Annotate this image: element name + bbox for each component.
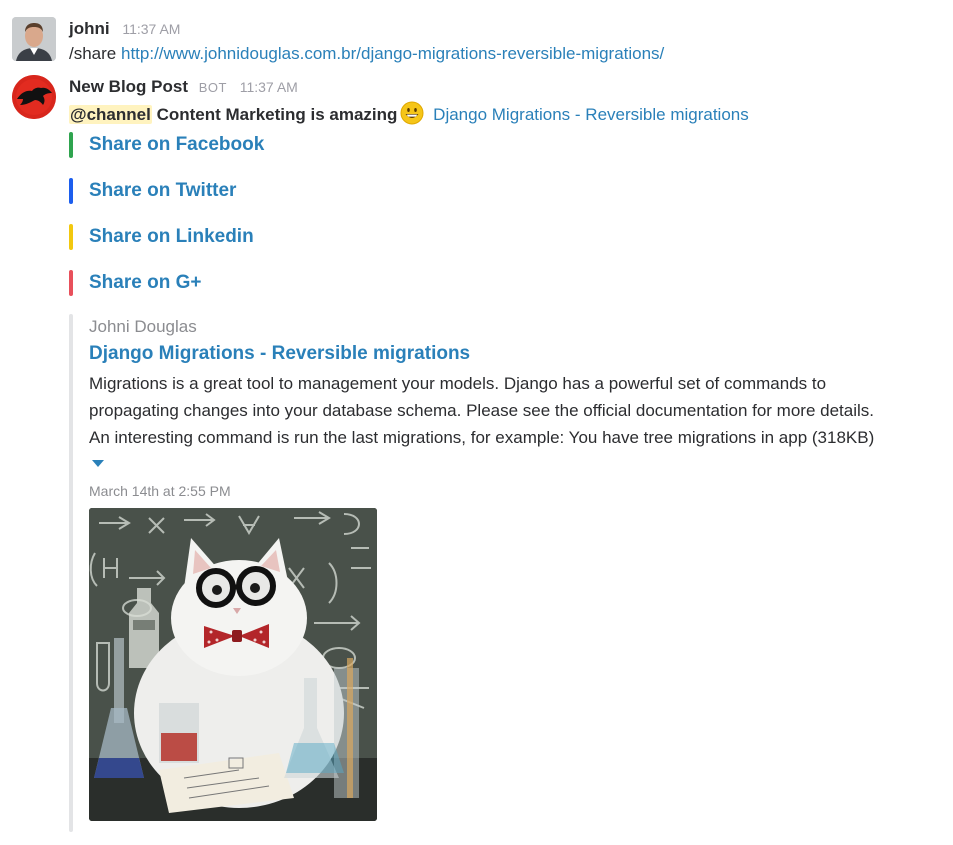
thundercats-logo-icon bbox=[12, 75, 56, 119]
attachment-date: March 14th at 2:55 PM bbox=[89, 483, 231, 499]
attachment-title-link[interactable]: Django Migrations - Reversible migration… bbox=[89, 343, 470, 365]
avatar-bot[interactable] bbox=[12, 75, 56, 119]
attachment-bar bbox=[69, 314, 73, 832]
avatar-johni[interactable] bbox=[12, 17, 56, 61]
shared-url-link[interactable]: http://www.johnidouglas.com.br/django-mi… bbox=[121, 44, 664, 63]
sender-name[interactable]: New Blog Post bbox=[69, 77, 188, 96]
share-color-bar bbox=[69, 178, 73, 204]
cat-scientist-image[interactable] bbox=[89, 508, 377, 821]
attachment-text: Migrations is a great tool to management… bbox=[89, 370, 939, 451]
grinning-face-emoji-icon bbox=[400, 101, 424, 125]
share-facebook-link[interactable]: Share on Facebook bbox=[89, 132, 264, 158]
attachment-author[interactable]: Johni Douglas bbox=[89, 317, 197, 337]
channel-mention[interactable]: @channel bbox=[69, 105, 152, 124]
person-avatar-icon bbox=[12, 17, 56, 61]
attachment-text-line: Migrations is a great tool to management… bbox=[89, 374, 827, 393]
sender-name[interactable]: johni bbox=[69, 19, 110, 38]
share-color-bar bbox=[69, 270, 73, 296]
share-twitter-link[interactable]: Share on Twitter bbox=[89, 178, 236, 204]
share-command: /share bbox=[69, 44, 117, 63]
message-text: Content Marketing is amazing bbox=[156, 105, 398, 124]
share-linkedin-link[interactable]: Share on Linkedin bbox=[89, 224, 254, 250]
timestamp[interactable]: 11:37 AM bbox=[240, 79, 298, 95]
blog-post-link[interactable]: Django Migrations - Reversible migration… bbox=[433, 105, 749, 124]
timestamp[interactable]: 11:37 AM bbox=[122, 21, 180, 37]
bot-badge: BOT bbox=[198, 80, 227, 95]
caret-down-icon[interactable] bbox=[92, 460, 104, 467]
attachment-text-line: An interesting command is run the last m… bbox=[89, 428, 875, 447]
share-color-bar bbox=[69, 224, 73, 250]
share-color-bar bbox=[69, 132, 73, 158]
attachment-text-line: propagating changes into your database s… bbox=[89, 401, 875, 420]
link-preview-attachment: Johni Douglas Django Migrations - Revers… bbox=[69, 314, 939, 832]
share-gplus-link[interactable]: Share on G+ bbox=[89, 270, 201, 296]
cat-scientist-meme-image bbox=[89, 508, 377, 821]
